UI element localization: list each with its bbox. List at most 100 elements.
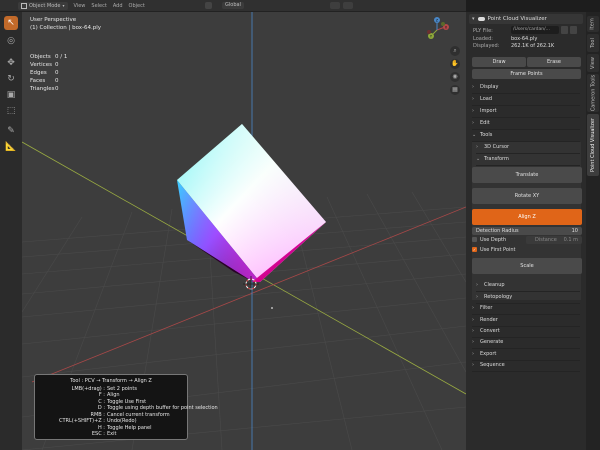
draw-button[interactable]: Draw [472, 57, 526, 67]
chevron-right-icon: › [472, 362, 474, 368]
detection-radius-label: Detection Radius [476, 228, 519, 234]
scale-label: Scale [520, 263, 534, 269]
tool-shelf: ↖ ◎ ✥ ↻ ▣ ⬚ ✎ 📐 [0, 12, 22, 450]
translate-label: Translate [515, 172, 539, 178]
section-import[interactable]: › Import [472, 106, 580, 118]
section-label: Export [480, 351, 497, 357]
help-key: ESC : [91, 431, 105, 437]
reload-icon[interactable] [570, 26, 577, 34]
section-label: Load [480, 96, 492, 102]
rotate-xy-button[interactable]: Rotate XY [472, 188, 582, 204]
select-tool-icon[interactable]: ↖ [4, 16, 18, 30]
mode-selector[interactable]: Object Mode ▾ [18, 1, 68, 10]
section-label: Filter [480, 305, 493, 311]
section-generate[interactable]: › Generate [472, 337, 580, 349]
chevron-right-icon: › [476, 294, 478, 300]
section-label: Import [480, 108, 497, 114]
use-first-point-checkbox[interactable]: ✓ [472, 247, 477, 252]
chevron-down-icon: ▾ [62, 2, 65, 8]
rotate-tool-icon[interactable]: ↻ [4, 72, 18, 86]
ply-file-path: /Users/cardan/... [513, 27, 550, 32]
folder-icon[interactable] [561, 26, 568, 34]
transform-orientation-dropdown[interactable]: Global [222, 2, 244, 9]
detection-radius-value: 10 [571, 228, 578, 234]
section-label: Retopology [484, 294, 513, 300]
chevron-down-icon: ⌄ [472, 132, 477, 138]
section-sequence[interactable]: › Sequence [472, 360, 580, 372]
translate-button[interactable]: Translate [472, 167, 582, 183]
tab-label: Cameron Tools [590, 74, 596, 112]
tab-view[interactable]: View [587, 54, 599, 72]
section-display[interactable]: › Display [472, 82, 580, 94]
grid-icon[interactable]: ▦ [450, 85, 460, 95]
stat-label: Faces [30, 78, 46, 84]
stat-row: Faces 0 [30, 77, 67, 85]
point-cloud-cube[interactable] [177, 124, 326, 282]
stat-value: 0 [55, 86, 59, 92]
panel-title: Point Cloud Visualizer [487, 16, 547, 22]
orientation-label: Global [225, 2, 241, 8]
align-z-button[interactable]: Align Z [472, 209, 582, 225]
tab-cameron-tools[interactable]: Cameron Tools [587, 74, 599, 112]
cursor-tool-icon[interactable]: ◎ [4, 34, 18, 48]
section-label: Display [480, 84, 499, 90]
cube-icon [21, 2, 27, 9]
sidebar-panel: ▾ Point Cloud Visualizer PLY File: /User… [466, 12, 586, 450]
section-label: Convert [480, 328, 500, 334]
transform-pivot-icon[interactable] [205, 2, 212, 9]
transform-tool-icon[interactable]: ⬚ [4, 104, 18, 118]
3d-viewport[interactable]: User Perspective (1) Collection | box-64… [22, 12, 466, 450]
viewport-header: Object Mode ▾ View Select Add Object Glo… [0, 0, 466, 12]
measure-tool-icon[interactable]: 📐 [4, 140, 18, 154]
section-label: Render [480, 317, 498, 323]
displayed-label: Displayed: [473, 43, 500, 49]
viewport-info: User Perspective (1) Collection | box-64… [30, 16, 101, 32]
frame-points-button[interactable]: Frame Points [472, 69, 581, 79]
zoom-icon[interactable]: ⌕ [450, 46, 460, 56]
displayed-value: 262.1K of 262.1K [511, 43, 555, 49]
section-filter[interactable]: › Filter [472, 303, 580, 315]
menu-view[interactable]: View [74, 3, 86, 9]
chevron-right-icon: › [472, 120, 474, 126]
section-label: Generate [480, 339, 504, 345]
snap-icon[interactable] [330, 2, 340, 9]
stat-row: Triangles 0 [30, 85, 67, 93]
section-label: Transform [484, 156, 509, 162]
chevron-right-icon: › [472, 328, 474, 334]
frame-points-label: Frame Points [510, 71, 543, 77]
move-tool-icon[interactable]: ✥ [4, 56, 18, 70]
distance-field[interactable]: Distance 0.1 m [526, 236, 582, 244]
menu-select[interactable]: Select [91, 3, 106, 9]
mouse-pointer-dot [271, 307, 273, 309]
stat-value: 0 [55, 70, 59, 76]
use-depth-checkbox[interactable] [472, 237, 477, 242]
panel-header-point-cloud-visualizer[interactable]: ▾ Point Cloud Visualizer [469, 14, 583, 24]
section-load[interactable]: › Load [472, 94, 580, 106]
stat-value: 0 [55, 62, 59, 68]
chevron-right-icon: › [472, 305, 474, 311]
section-transform[interactable]: ⌄ Transform [476, 154, 580, 166]
scale-tool-icon[interactable]: ▣ [4, 88, 18, 102]
align-z-label: Align Z [518, 214, 536, 220]
section-tools[interactable]: ⌄ Tools [472, 130, 580, 142]
annotate-tool-icon[interactable]: ✎ [4, 124, 18, 138]
camera-icon[interactable]: ◉ [450, 72, 460, 82]
menu-add[interactable]: Add [113, 3, 123, 9]
ply-file-field[interactable]: /Users/cardan/... [511, 26, 559, 34]
view-name: User Perspective [30, 17, 77, 23]
tab-point-cloud-visualizer[interactable]: Point Cloud Visualizer [587, 114, 599, 176]
scale-button[interactable]: Scale [472, 258, 582, 274]
section-3d-cursor[interactable]: › 3D Cursor [476, 142, 580, 154]
stat-value: 0 / 1 [55, 54, 68, 60]
proportional-edit-icon[interactable] [343, 2, 353, 9]
detection-radius-slider[interactable]: Detection Radius 10 [472, 227, 582, 235]
section-edit[interactable]: › Edit [472, 118, 580, 130]
navigation-gizmo[interactable]: X Y Z [424, 16, 450, 46]
tab-label: Point Cloud Visualizer [590, 118, 597, 172]
pan-hand-icon[interactable]: ✋ [450, 59, 460, 69]
menu-object[interactable]: Object [129, 3, 145, 9]
erase-button[interactable]: Erase [527, 57, 581, 67]
tab-tool[interactable]: Tool [587, 34, 599, 52]
section-cleanup[interactable]: › Cleanup [476, 280, 580, 292]
tab-item[interactable]: Item [587, 16, 599, 32]
